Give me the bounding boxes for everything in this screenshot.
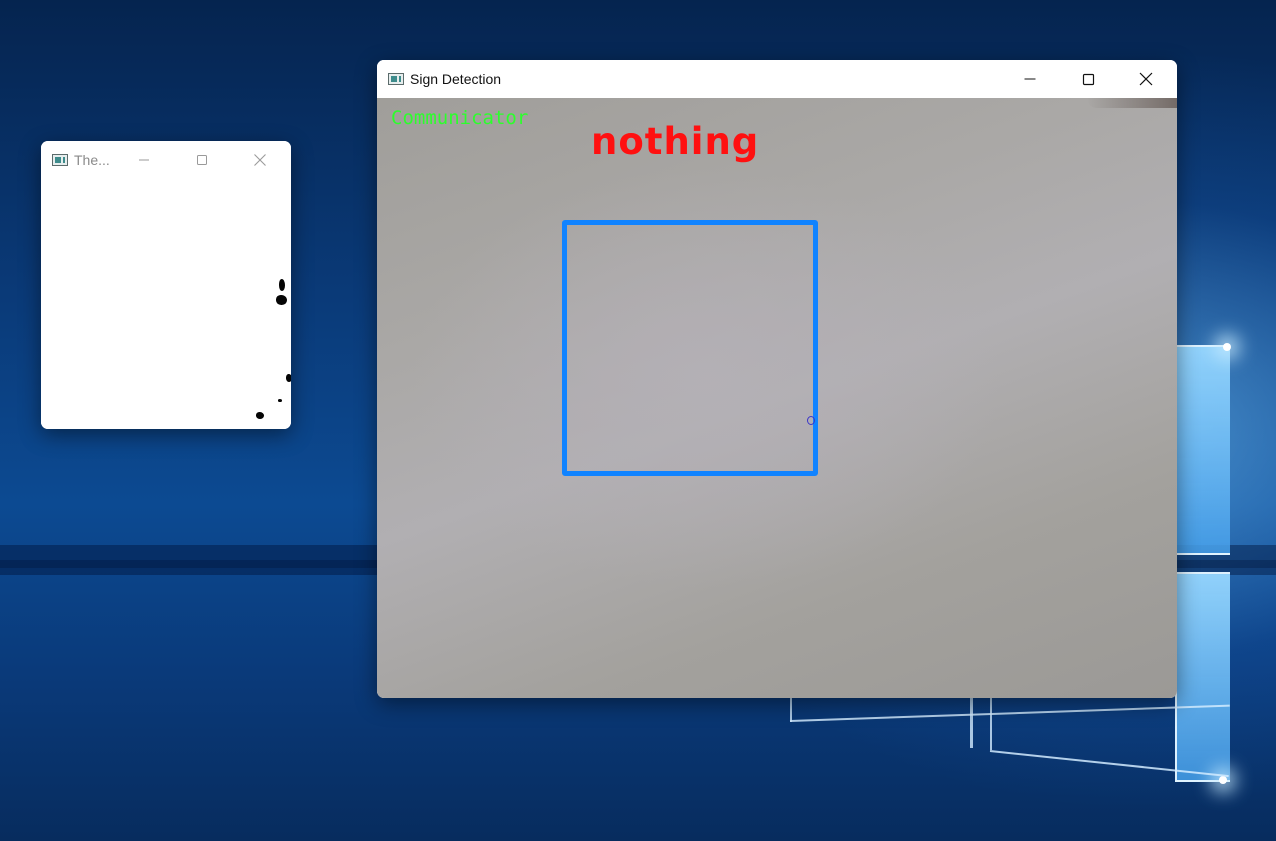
prediction-label: nothing <box>591 120 760 163</box>
windows-logo-pane-upper <box>1175 345 1230 555</box>
threshold-image <box>41 178 291 429</box>
camera-feed: Communicator nothing <box>377 98 1177 698</box>
minimize-button[interactable] <box>115 141 173 178</box>
threshold-blob <box>279 279 285 291</box>
maximize-button[interactable] <box>173 141 231 178</box>
sign-detection-titlebar[interactable]: Sign Detection <box>377 60 1177 98</box>
close-button[interactable] <box>231 141 289 178</box>
logo-reflection-line <box>990 698 992 750</box>
windows-logo-pane-lower <box>1175 572 1230 782</box>
threshold-blob <box>276 295 287 305</box>
windows-logo-glow-top <box>1223 343 1231 351</box>
close-icon <box>254 153 266 166</box>
threshold-window[interactable]: The... <box>41 141 291 429</box>
maximize-button[interactable] <box>1059 60 1117 98</box>
logo-reflection-line <box>789 704 1230 722</box>
app-window-icon <box>52 153 68 166</box>
maximize-icon <box>1082 73 1094 85</box>
threshold-blob <box>256 412 264 419</box>
logo-reflection-line <box>790 698 792 722</box>
logo-reflection-line <box>970 698 973 748</box>
camera-feed-corner-shadow <box>1087 98 1177 108</box>
minimize-button[interactable] <box>1001 60 1059 98</box>
minimize-icon <box>1024 78 1036 80</box>
windows-logo-glow-bottom <box>1219 776 1227 784</box>
app-window-icon <box>388 73 404 85</box>
close-button[interactable] <box>1117 60 1175 98</box>
roi-marker <box>807 416 815 425</box>
app-label: Communicator <box>391 107 529 129</box>
threshold-window-title: The... <box>74 151 110 168</box>
threshold-blob <box>286 374 291 382</box>
threshold-blob <box>278 399 282 402</box>
threshold-window-titlebar[interactable]: The... <box>41 141 291 178</box>
close-icon <box>1139 72 1153 86</box>
region-of-interest-box <box>562 220 818 476</box>
maximize-icon <box>197 154 207 165</box>
sign-detection-window[interactable]: Sign Detection Communicator nothing <box>377 60 1177 698</box>
sign-detection-title: Sign Detection <box>410 71 502 87</box>
minimize-icon <box>139 159 149 160</box>
